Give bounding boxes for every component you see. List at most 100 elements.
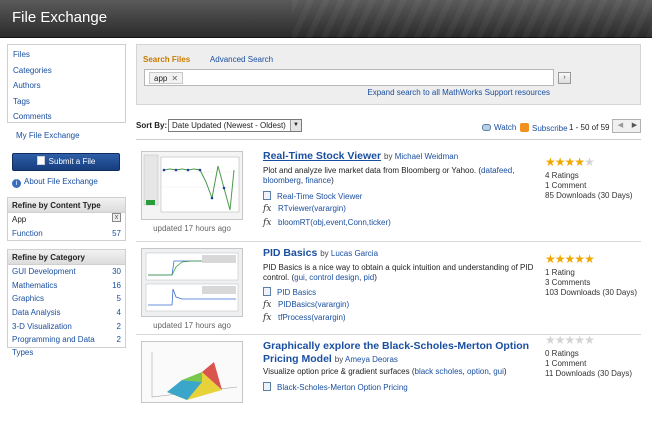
token-close-icon[interactable]: ✕ — [171, 74, 178, 83]
file-link[interactable]: bloomRT(obj,event,Conn,ticker) — [278, 218, 391, 227]
file-entry[interactable]: PID Basics — [263, 287, 316, 299]
nav-authors[interactable]: Authors — [13, 81, 41, 90]
tag-link[interactable]: option — [467, 367, 489, 376]
surface-plot-thumbnail — [142, 342, 242, 402]
category-row[interactable]: Graphics 5 — [8, 292, 125, 306]
result-thumbnail[interactable] — [141, 151, 243, 220]
result-thumbnail[interactable] — [141, 248, 243, 317]
category-row[interactable]: 3-D Visualization 2 — [8, 320, 125, 334]
file-link[interactable]: tfProcess(varargin) — [278, 313, 346, 322]
sort-select[interactable]: Date Updated (Newest - Oldest) ▼ — [168, 119, 302, 132]
file-entry[interactable]: fx PIDBasics(varargin) — [263, 300, 349, 312]
nav-files[interactable]: Files — [13, 50, 30, 59]
category-label[interactable]: Graphics — [12, 292, 44, 306]
window-title: File Exchange — [12, 9, 108, 26]
pager: ◀ ▶ — [612, 119, 641, 133]
tab-advanced-search[interactable]: Advanced Search — [210, 55, 273, 64]
function-icon: fx — [263, 300, 272, 310]
divider — [136, 241, 641, 242]
category-row[interactable]: Programming and Data Types 2 — [8, 333, 125, 357]
category-label[interactable]: Mathematics — [12, 279, 57, 293]
author-link[interactable]: Lucas Garcia — [331, 249, 378, 258]
nav-categories[interactable]: Categories — [13, 66, 52, 75]
category-label[interactable]: GUI Development — [12, 265, 76, 279]
updated-time: updated 17 hours ago — [153, 224, 231, 233]
tag-link[interactable]: gui — [294, 273, 305, 282]
remove-filter-icon[interactable]: x — [112, 213, 121, 222]
file-link[interactable]: PID Basics — [277, 288, 316, 297]
category-row[interactable]: GUI Development 30 — [8, 265, 125, 279]
search-token: app ✕ — [149, 72, 184, 84]
tag-link[interactable]: gui — [493, 367, 504, 376]
file-entry[interactable]: fx RTviewer(varargin) — [263, 204, 346, 216]
ratings-count: 0 Ratings — [545, 349, 579, 358]
result-item: updated 17 hours ago PID Basics by Lucas… — [136, 243, 641, 335]
file-link[interactable]: RTviewer(varargin) — [278, 204, 346, 213]
subscribe-link[interactable]: Subscribe — [532, 124, 568, 133]
author-link[interactable]: Ameya Deoras — [345, 355, 398, 364]
refine-row-function[interactable]: Function 57 — [8, 227, 125, 241]
search-token-label: app — [154, 74, 168, 83]
file-entry[interactable]: Black-Scholes-Merton Option Pricing — [263, 382, 408, 394]
watch-link[interactable]: Watch — [494, 123, 516, 132]
category-row[interactable]: Mathematics 16 — [8, 279, 125, 293]
search-input[interactable]: app ✕ — [144, 69, 554, 86]
tab-search-files[interactable]: Search Files — [143, 55, 190, 64]
submit-file-button[interactable]: Submit a File — [12, 153, 120, 171]
nav-tags[interactable]: Tags — [13, 97, 30, 106]
file-entry[interactable]: Real-Time Stock Viewer — [263, 191, 362, 203]
tag-link[interactable]: finance — [305, 176, 331, 185]
file-link[interactable]: Real-Time Stock Viewer — [277, 192, 362, 201]
category-label[interactable]: Programming and Data Types — [12, 333, 117, 357]
title-bar-decoration — [292, 0, 652, 38]
comments-count: 1 Comment — [545, 359, 587, 368]
tag-link[interactable]: pid — [364, 273, 375, 282]
comments-count: 3 Comments — [545, 278, 591, 287]
rating-stars: ★★★★★ — [545, 253, 641, 265]
sort-selected-value: Date Updated (Newest - Oldest) — [172, 121, 286, 130]
result-description: Plot and analyze live market data from B… — [263, 166, 515, 185]
result-title[interactable]: Graphically explore the Black-Scholes-Me… — [263, 340, 529, 352]
tag-link[interactable]: datafeed — [481, 166, 512, 175]
star-filled-icon: ★ — [545, 252, 556, 266]
result-title[interactable]: PID Basics — [263, 247, 317, 259]
category-label[interactable]: 3-D Visualization — [12, 320, 72, 334]
result-title[interactable]: Real-Time Stock Viewer — [263, 150, 381, 162]
tag-link[interactable]: control design — [309, 273, 359, 282]
about-file-exchange-link[interactable]: About File Exchange — [24, 177, 98, 186]
star-filled-icon: ★ — [564, 252, 576, 266]
file-entry[interactable]: fx bloomRT(obj,event,Conn,ticker) — [263, 218, 391, 230]
search-panel: Search Files Advanced Search app ✕ › Expa… — [136, 44, 641, 105]
my-file-exchange-link[interactable]: My File Exchange — [16, 131, 80, 140]
comments-count: 1 Comment — [545, 181, 587, 190]
file-entry[interactable]: fx tfProcess(varargin) — [263, 313, 346, 325]
search-go-button[interactable]: › — [558, 72, 571, 84]
category-label[interactable]: Data Analysis — [12, 306, 60, 320]
stock-chart-thumbnail — [142, 152, 242, 219]
tag-link[interactable]: bloomberg — [263, 176, 301, 185]
category-row[interactable]: Data Analysis 4 — [8, 306, 125, 320]
star-filled-icon: ★ — [574, 155, 585, 169]
nav-comments[interactable]: Comments — [13, 112, 52, 121]
document-icon — [36, 156, 45, 165]
file-link[interactable]: PIDBasics(varargin) — [278, 300, 349, 309]
document-icon — [263, 287, 271, 296]
result-stats: ★★★★★ 0 Ratings 1 Comment 11 Downloads (… — [545, 334, 641, 379]
submit-file-label: Submit a File — [48, 157, 96, 166]
sidebar-nav: Files Categories Authors Tags Comments — [7, 44, 126, 123]
category-count: 30 — [112, 267, 121, 277]
result-title-line: PID Basics by Lucas Garcia — [263, 247, 543, 260]
star-filled-icon: ★ — [545, 155, 556, 169]
refine-category-title: Refine by Category — [8, 250, 125, 266]
next-page-icon[interactable]: ▶ — [628, 121, 641, 131]
refine-label[interactable]: Function — [12, 227, 43, 241]
star-filled-icon: ★ — [574, 252, 585, 266]
result-title-continued[interactable]: Pricing Model — [263, 353, 332, 365]
file-link[interactable]: Black-Scholes-Merton Option Pricing — [277, 383, 408, 392]
expand-search-link[interactable]: Expand search to all MathWorks Support r… — [367, 88, 550, 97]
author-link[interactable]: Michael Weidman — [395, 152, 458, 161]
by-label: by — [334, 355, 344, 364]
prev-page-icon[interactable]: ◀ — [614, 121, 627, 131]
tag-link[interactable]: black scholes — [415, 367, 463, 376]
sort-label: Sort By: — [136, 121, 168, 130]
